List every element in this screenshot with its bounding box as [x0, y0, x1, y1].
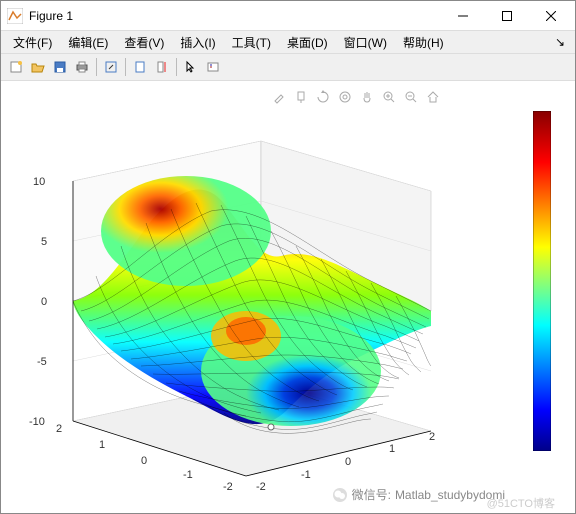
watermark-label: 微信号:	[352, 486, 391, 503]
matlab-figure-icon	[7, 8, 23, 24]
link-button[interactable]	[129, 56, 151, 78]
figure-window: Figure 1 文件(F) 编辑(E) 查看(V) 插入(I) 工具(T) 桌…	[0, 0, 576, 514]
colorbar[interactable]	[533, 111, 551, 451]
title-bar[interactable]: Figure 1	[1, 1, 575, 31]
close-button[interactable]	[529, 2, 573, 30]
x-tick: 1	[389, 443, 395, 455]
print-button[interactable]	[71, 56, 93, 78]
toolbar-separator	[176, 58, 177, 76]
figure-canvas: 10 5 0 -5 -10 2 1 0 -1 -2 -2 -1 0 1 2	[1, 81, 575, 513]
insert-colorbar-button[interactable]	[151, 56, 173, 78]
pointer-button[interactable]	[180, 56, 202, 78]
menu-desktop[interactable]: 桌面(D)	[279, 32, 336, 53]
blog-watermark: @51CTO博客	[487, 495, 555, 511]
watermark: 微信号: Matlab_studybydomi	[332, 486, 505, 503]
edit-plot-button[interactable]	[100, 56, 122, 78]
z-tick: 10	[33, 176, 45, 188]
x-tick: 2	[429, 431, 435, 443]
save-button[interactable]	[49, 56, 71, 78]
window-title: Figure 1	[29, 9, 441, 23]
menu-tools[interactable]: 工具(T)	[224, 32, 279, 53]
y-tick: 0	[141, 455, 147, 467]
open-button[interactable]	[27, 56, 49, 78]
y-tick: -1	[183, 469, 193, 481]
toolbar	[1, 53, 575, 81]
z-tick: 0	[41, 296, 47, 308]
z-tick: -10	[29, 416, 45, 428]
axes-3d[interactable]	[11, 101, 491, 501]
menu-file[interactable]: 文件(F)	[5, 32, 60, 53]
y-tick: 1	[99, 439, 105, 451]
x-tick: -2	[256, 481, 266, 493]
legend-button[interactable]	[202, 56, 224, 78]
menu-help[interactable]: 帮助(H)	[395, 32, 452, 53]
toolbar-separator	[96, 58, 97, 76]
menu-edit[interactable]: 编辑(E)	[60, 32, 116, 53]
z-tick: 5	[41, 236, 47, 248]
x-tick: 0	[345, 456, 351, 468]
wechat-icon	[332, 487, 348, 503]
y-tick: -2	[223, 481, 233, 493]
x-tick: -1	[301, 469, 311, 481]
menu-window[interactable]: 窗口(W)	[336, 32, 395, 53]
toolbar-separator	[125, 58, 126, 76]
menu-insert[interactable]: 插入(I)	[172, 32, 223, 53]
maximize-button[interactable]	[485, 2, 529, 30]
z-tick: -5	[37, 356, 47, 368]
minimize-button[interactable]	[441, 2, 485, 30]
menu-view[interactable]: 查看(V)	[116, 32, 172, 53]
y-tick: 2	[56, 423, 62, 435]
menu-bar: 文件(F) 编辑(E) 查看(V) 插入(I) 工具(T) 桌面(D) 窗口(W…	[1, 31, 575, 53]
menu-chevron-icon[interactable]: ↘	[549, 35, 571, 49]
new-figure-button[interactable]	[5, 56, 27, 78]
